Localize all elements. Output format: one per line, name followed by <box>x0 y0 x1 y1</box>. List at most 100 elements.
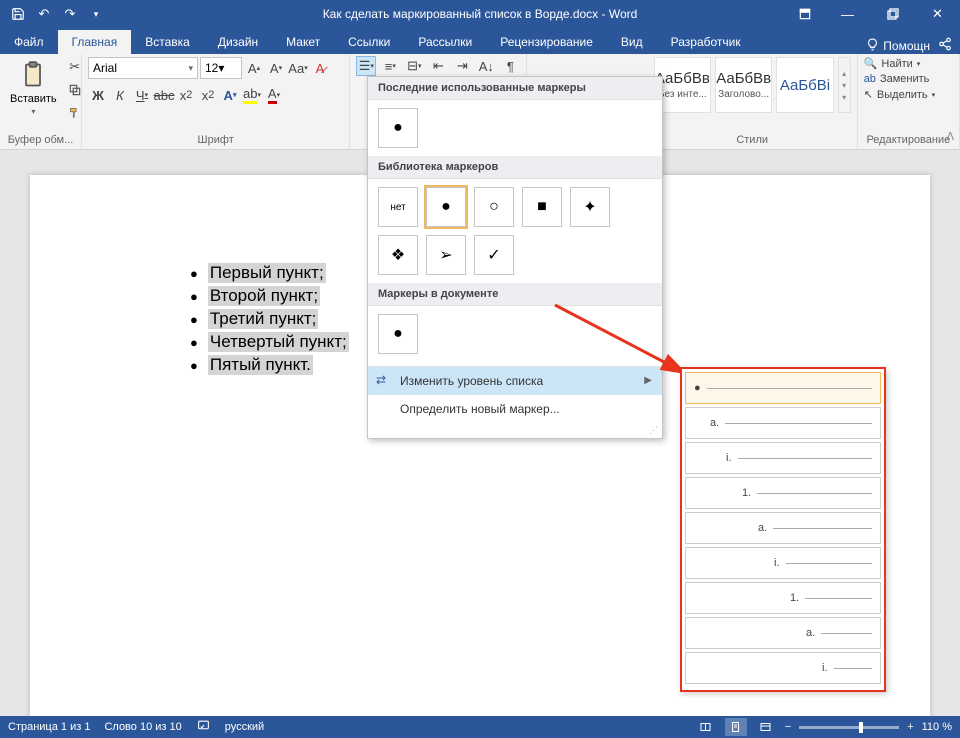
clear-formatting-icon[interactable]: A̷ <box>310 58 330 78</box>
bullets-dropdown: Последние использованные маркеры ● Библи… <box>367 76 663 439</box>
bullet-option-disc[interactable]: ● <box>426 187 466 227</box>
strikethrough-button[interactable]: abc <box>154 85 174 105</box>
styles-up-icon[interactable]: ▴ <box>842 69 846 78</box>
zoom-level[interactable]: 110 % <box>922 721 952 733</box>
maximize-icon[interactable] <box>870 0 915 28</box>
resize-grip-icon[interactable]: ⋰ <box>368 423 662 438</box>
level-8[interactable]: a. <box>685 617 881 649</box>
print-layout-icon[interactable] <box>725 718 747 736</box>
underline-button[interactable]: Ч▾ <box>132 85 152 105</box>
level-2[interactable]: a. <box>685 407 881 439</box>
bullet-option-square[interactable]: ■ <box>522 187 562 227</box>
bullet-option-check[interactable]: ✓ <box>474 235 514 275</box>
bullet-option-diamonds[interactable]: ❖ <box>378 235 418 275</box>
multilevel-button[interactable]: ⊟▾ <box>404 56 424 76</box>
bullet-option-none[interactable]: нет <box>378 187 418 227</box>
list-item[interactable]: ●Пятый пункт. <box>190 355 349 375</box>
paste-button[interactable]: Вставить ▾ <box>6 57 61 118</box>
tab-view[interactable]: Вид <box>607 30 657 54</box>
font-size-combo[interactable]: 12▾ <box>200 57 242 79</box>
tell-me[interactable]: Помощн <box>866 38 930 54</box>
bullet-option-arrow[interactable]: ➢ <box>426 235 466 275</box>
zoom-slider[interactable] <box>799 726 899 729</box>
group-font: Arial▾ 12▾ A▴ A▾ Aa▾ A̷ Ж К Ч▾ abc x2 x2… <box>82 54 350 149</box>
tab-home[interactable]: Главная <box>58 30 132 54</box>
increase-indent-icon[interactable]: ⇥ <box>452 56 472 76</box>
numbering-button[interactable]: ≡▾ <box>380 56 400 76</box>
style-heading2[interactable]: АаБбВі <box>776 57 833 113</box>
tab-design[interactable]: Дизайн <box>204 30 272 54</box>
share-icon[interactable] <box>938 37 952 54</box>
save-icon[interactable] <box>10 6 26 22</box>
tab-file[interactable]: Файл <box>0 30 58 54</box>
italic-button[interactable]: К <box>110 85 130 105</box>
font-name-combo[interactable]: Arial▾ <box>88 57 198 79</box>
decrease-indent-icon[interactable]: ⇤ <box>428 56 448 76</box>
web-layout-icon[interactable] <box>755 718 777 736</box>
bullets-button[interactable]: ☰▾ <box>356 56 376 76</box>
sort-icon[interactable]: A↓ <box>476 56 496 76</box>
superscript-button[interactable]: x2 <box>198 85 218 105</box>
bullet-option-4diamond[interactable]: ✦ <box>570 187 610 227</box>
lightbulb-icon <box>866 38 879 54</box>
styles-down-icon[interactable]: ▾ <box>842 81 846 90</box>
list-item[interactable]: ●Четвертый пункт; <box>190 332 349 352</box>
level-1[interactable]: ● <box>685 372 881 404</box>
level-4[interactable]: 1. <box>685 477 881 509</box>
tab-layout[interactable]: Макет <box>272 30 334 54</box>
bullet-icon: ● <box>190 358 198 373</box>
tab-review[interactable]: Рецензирование <box>486 30 607 54</box>
dd-library-header: Библиотека маркеров <box>368 156 662 179</box>
styles-more-icon[interactable]: ▾ <box>842 93 846 102</box>
redo-icon[interactable]: ↷ <box>62 6 78 22</box>
qat-customize-icon[interactable]: ▾ <box>88 6 104 22</box>
list-item[interactable]: ●Первый пункт; <box>190 263 349 283</box>
page-indicator[interactable]: Страница 1 из 1 <box>8 721 90 733</box>
tab-insert[interactable]: Вставка <box>131 30 204 54</box>
bullet-option-circle[interactable]: ○ <box>474 187 514 227</box>
subscript-button[interactable]: x2 <box>176 85 196 105</box>
select-button[interactable]: ↖Выделить▾ <box>864 88 935 101</box>
shrink-font-icon[interactable]: A▾ <box>266 58 286 78</box>
text-effects-icon[interactable]: A▾ <box>220 85 240 105</box>
tab-references[interactable]: Ссылки <box>334 30 404 54</box>
replace-button[interactable]: abЗаменить <box>864 73 930 85</box>
level-3[interactable]: i. <box>685 442 881 474</box>
close-icon[interactable]: ✕ <box>915 0 960 28</box>
font-name-value: Arial <box>93 61 117 75</box>
document-content: ●Первый пункт; ●Второй пункт; ●Третий пу… <box>190 263 349 378</box>
word-count[interactable]: Слово 10 из 10 <box>104 721 181 733</box>
level-7[interactable]: 1. <box>685 582 881 614</box>
undo-icon[interactable]: ↶ <box>36 6 52 22</box>
zoom-in-icon[interactable]: + <box>907 721 913 733</box>
level-5[interactable]: a. <box>685 512 881 544</box>
title-bar: ↶ ↷ ▾ Как сделать маркированный список в… <box>0 0 960 28</box>
tab-developer[interactable]: Разработчик <box>657 30 755 54</box>
define-new-bullet[interactable]: Определить новый маркер... <box>368 395 662 423</box>
level-9[interactable]: i. <box>685 652 881 684</box>
quick-access-toolbar: ↶ ↷ ▾ <box>0 6 104 22</box>
read-mode-icon[interactable] <box>695 718 717 736</box>
style-heading[interactable]: АаБбВвЗаголово... <box>715 57 772 113</box>
find-button[interactable]: 🔍Найти▾ <box>864 57 921 70</box>
language-indicator[interactable]: русский <box>225 721 264 733</box>
change-case-icon[interactable]: Aa▾ <box>288 58 308 78</box>
highlight-icon[interactable]: ab▾ <box>242 85 262 105</box>
bold-button[interactable]: Ж <box>88 85 108 105</box>
bullet-option-disc[interactable]: ● <box>378 314 418 354</box>
minimize-icon[interactable]: — <box>825 0 870 28</box>
font-color-icon[interactable]: A▾ <box>264 85 284 105</box>
show-marks-icon[interactable]: ¶ <box>500 56 520 76</box>
grow-font-icon[interactable]: A▴ <box>244 58 264 78</box>
level-6[interactable]: i. <box>685 547 881 579</box>
bullet-option-disc[interactable]: ● <box>378 108 418 148</box>
list-item[interactable]: ●Второй пункт; <box>190 286 349 306</box>
dd-recent-header: Последние использованные маркеры <box>368 77 662 100</box>
list-item[interactable]: ●Третий пункт; <box>190 309 349 329</box>
ribbon-options-icon[interactable] <box>785 0 825 28</box>
tab-mailings[interactable]: Рассылки <box>404 30 486 54</box>
change-list-level[interactable]: ⇄ Изменить уровень списка ▶ <box>368 367 662 395</box>
spellcheck-icon[interactable] <box>196 719 211 735</box>
zoom-out-icon[interactable]: − <box>785 721 791 733</box>
collapse-ribbon-icon[interactable]: ᐱ <box>946 130 954 143</box>
